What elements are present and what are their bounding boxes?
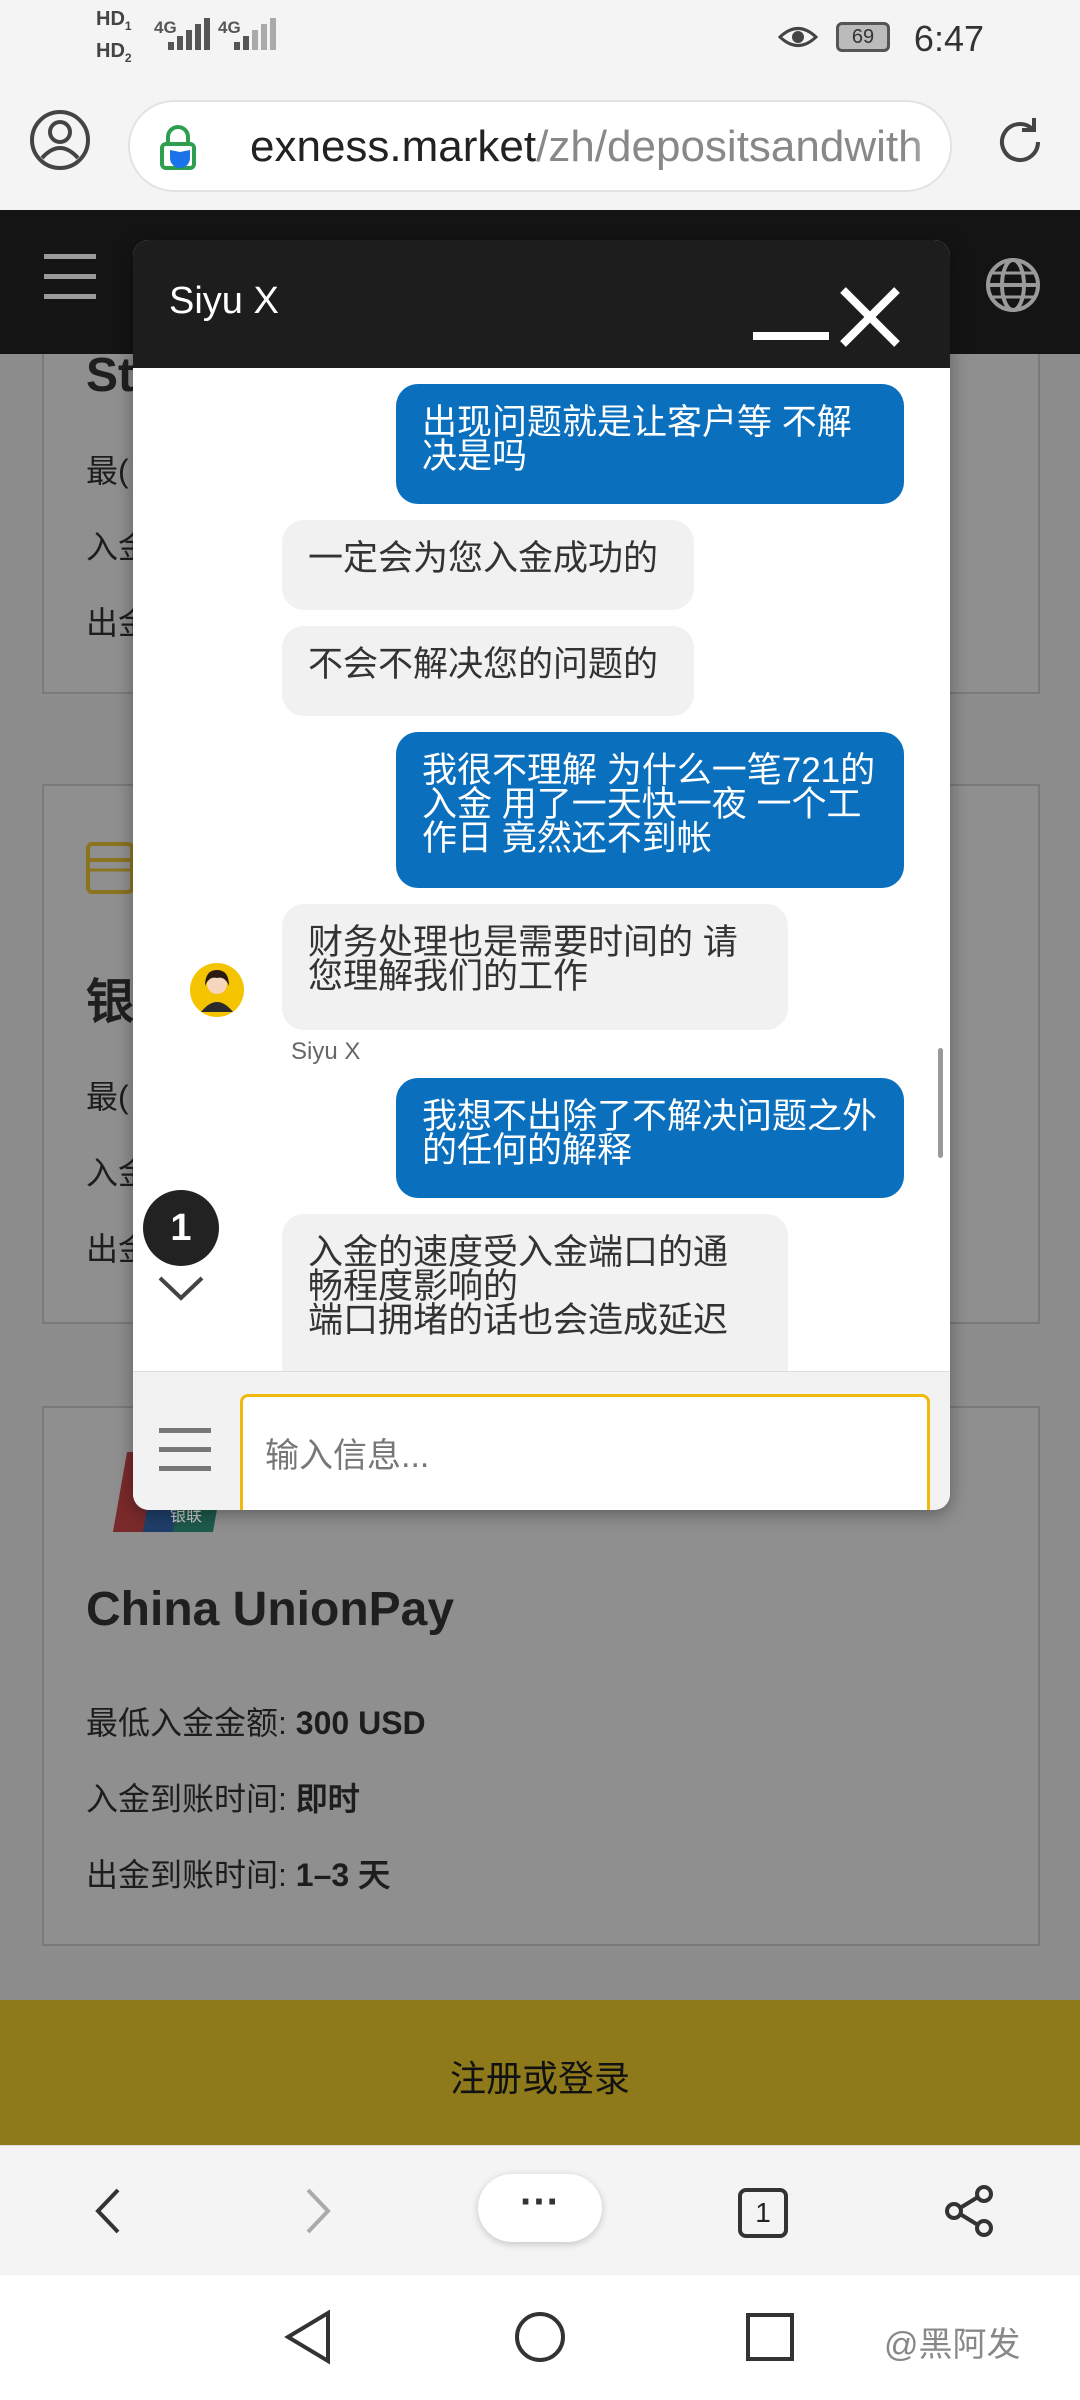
site-menu-icon[interactable] [44,254,96,300]
eye-comfort-icon [778,27,818,47]
browser-toolbar: ··· 1 [0,2145,1080,2275]
deposit-time-line: 入金到账时间: 即时 [86,1781,360,1817]
register-login-button[interactable]: 注册或登录 [0,2000,1080,2145]
chat-header: Siyu X [133,240,950,368]
minimize-button[interactable] [753,332,829,340]
chat-scrollbar[interactable] [938,1048,943,1158]
share-icon[interactable] [944,2184,996,2238]
clock: 6:47 [913,18,984,59]
min-deposit-line: 最低入金金额: 300 USD [86,1705,426,1741]
hd1-indicator: HD1 [96,8,132,33]
chat-message-outgoing: 出现问题就是让客户等 不解决是吗 [396,384,904,504]
hd2-indicator: HD2 [96,40,132,65]
bank-card-icon [86,842,134,894]
forward-icon[interactable] [300,2184,336,2238]
nav-recents-icon[interactable] [744,2311,796,2363]
card-line: 最( [86,1079,129,1115]
back-icon[interactable] [90,2184,126,2238]
close-icon[interactable] [839,286,901,348]
register-login-label: 注册或登录 [449,2058,630,2099]
tabs-button[interactable]: 1 [738,2188,788,2238]
agent-name: Siyu X [169,280,279,322]
watermark: @黑阿发 [884,2326,1021,2364]
system-nav-bar: @黑阿发 [0,2275,1080,2400]
lock-icon[interactable] [156,124,200,172]
signal-icon-1 [168,18,213,54]
signal-icon-2 [234,18,279,54]
chat-message-outgoing: 我很不理解 为什么一笔721的入金 用了一天快一夜 一个工作日 竟然还不到帐 [396,732,904,888]
agent-label: Siyu X [291,1038,361,1065]
status-bar: HD1 HD2 4G 4G 69 6:47 [0,0,1080,76]
nav-home-icon[interactable] [512,2309,568,2365]
language-globe-icon[interactable] [984,256,1042,314]
card-title: China UnionPay [86,1583,455,1636]
url-bar[interactable]: exness.market/zh/depositsandwith [128,100,952,192]
reload-icon[interactable] [990,112,1050,172]
chat-footer [133,1371,950,1510]
agent-avatar [190,963,244,1017]
chat-message-incoming: 入金的速度受入金端口的通畅程度影响的 端口拥堵的话也会造成延迟 [282,1214,788,1371]
chat-messages: 出现问题就是让客户等 不解决是吗 一定会为您入金成功的 不会不解决您的问题的 我… [133,368,950,1371]
card-line: 最( [86,453,129,489]
unread-count-badge[interactable]: 1 [143,1190,219,1266]
nav-back-icon[interactable] [282,2309,334,2365]
chat-message-input[interactable] [240,1394,930,1510]
profile-icon[interactable] [28,108,92,172]
card-title: 银 [86,976,135,1029]
chat-message-outgoing: 我想不出除了不解决问题之外的任何的解释 [396,1078,904,1198]
more-options-button[interactable]: ··· [478,2174,602,2242]
chat-menu-icon[interactable] [159,1428,211,1472]
chat-message-incoming: 财务处理也是需要时间的 请您理解我们的工作 [282,904,788,1030]
battery-icon: 69 [836,22,890,52]
card-title: St [86,349,134,402]
url-fade [910,102,950,190]
url-text: exness.market/zh/depositsandwith [250,122,923,171]
chat-message-incoming: 一定会为您入金成功的 [282,520,694,610]
live-chat-window: Siyu X 出现问题就是让客户等 不解决是吗 一定会为您入金成功的 不会不解决… [133,240,950,1510]
withdraw-time-line: 出金到账时间: 1–3 天 [86,1857,391,1893]
chat-message-incoming: 不会不解决您的问题的 [282,626,694,716]
chevron-down-icon[interactable] [156,1274,206,1304]
